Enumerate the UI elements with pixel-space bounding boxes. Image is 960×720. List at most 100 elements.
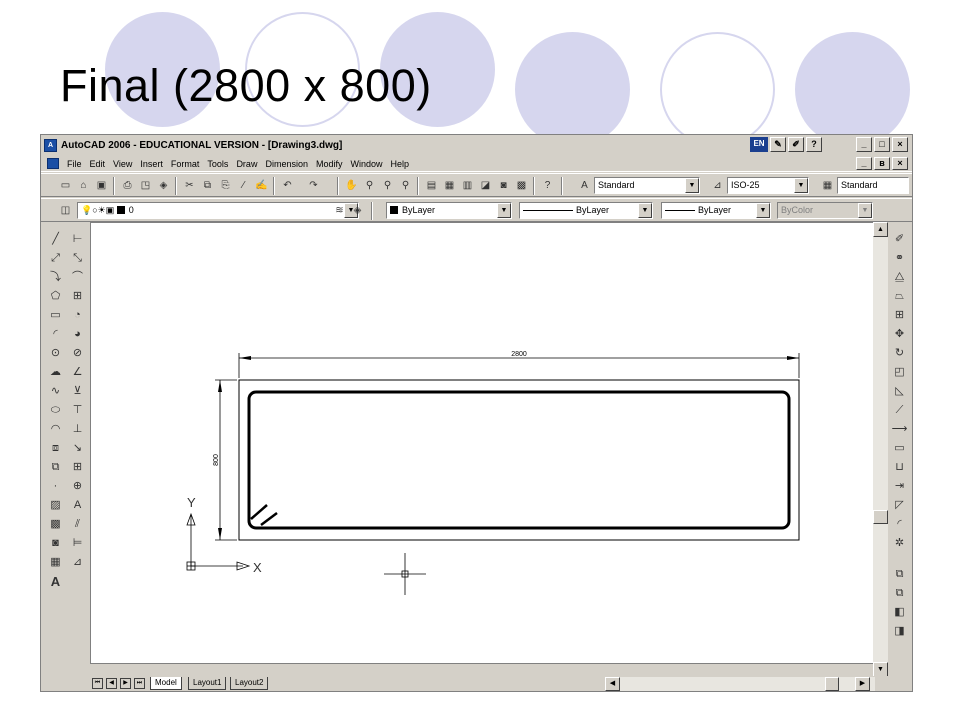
- chevron-down-icon[interactable]: ▼: [794, 178, 808, 193]
- hatch-icon[interactable]: ▨: [47, 497, 64, 514]
- break-icon[interactable]: ⊔: [891, 459, 908, 476]
- menu-edit[interactable]: Edit: [86, 159, 110, 169]
- arc-icon[interactable]: ◜: [47, 326, 64, 343]
- menu-tools[interactable]: Tools: [203, 159, 232, 169]
- bring-to-front-icon[interactable]: ⧉: [891, 566, 908, 583]
- help-toolbar-icon[interactable]: ?: [539, 177, 556, 194]
- send-to-back-icon[interactable]: ⧉: [891, 585, 908, 602]
- properties-icon[interactable]: ▤: [423, 177, 440, 194]
- dim-style-select[interactable]: ISO-25 ▼: [727, 177, 809, 194]
- zoom-window-icon[interactable]: ⚲: [379, 177, 396, 194]
- dimension-style-icon[interactable]: ⊿: [69, 554, 86, 571]
- horizontal-scrollbar[interactable]: ◀ ▶: [605, 677, 875, 691]
- sheet-set-icon[interactable]: ◪: [477, 177, 494, 194]
- quick-dimension-icon[interactable]: ⊻: [69, 383, 86, 400]
- extend-icon[interactable]: ⟶: [891, 421, 908, 438]
- publish-icon[interactable]: ◈: [155, 177, 172, 194]
- scroll-thumb[interactable]: [873, 510, 888, 524]
- plot-preview-icon[interactable]: ◳: [137, 177, 154, 194]
- menu-insert[interactable]: Insert: [136, 159, 167, 169]
- language-indicator[interactable]: EN: [750, 137, 768, 152]
- fillet-icon[interactable]: ◜: [891, 516, 908, 533]
- close-button[interactable]: ×: [892, 137, 908, 152]
- scale-icon[interactable]: ◰: [891, 364, 908, 381]
- plot-icon[interactable]: ⎙: [119, 177, 136, 194]
- spline-icon[interactable]: ∿: [47, 383, 64, 400]
- trim-icon[interactable]: ⟋: [891, 402, 908, 419]
- angular-dimension-icon[interactable]: ∠: [69, 364, 86, 381]
- bring-above-icon[interactable]: ◧: [891, 604, 908, 621]
- save-icon[interactable]: ▣: [93, 177, 110, 194]
- table-icon[interactable]: ▦: [47, 554, 64, 571]
- tab-layout1[interactable]: Layout1: [188, 677, 227, 690]
- tolerance-icon[interactable]: ⊞: [69, 459, 86, 476]
- layer-previous-icon[interactable]: ◈: [349, 202, 366, 219]
- match-properties-icon[interactable]: ⁄: [235, 177, 252, 194]
- zoom-previous-icon[interactable]: ⚲: [397, 177, 414, 194]
- gradient-icon[interactable]: ▩: [47, 516, 64, 533]
- make-block-icon[interactable]: ⧉: [47, 459, 64, 476]
- break-at-point-icon[interactable]: ▭: [891, 440, 908, 457]
- dimension-text-edit-icon[interactable]: ⫽: [69, 516, 86, 533]
- mirror-icon[interactable]: ⧋: [891, 269, 908, 286]
- calculator-icon[interactable]: ▩: [513, 177, 530, 194]
- horizontal-scroll-thumb[interactable]: [825, 677, 839, 691]
- layer-manager-icon[interactable]: ◫: [57, 202, 74, 219]
- ellipse-icon[interactable]: ⬭: [47, 402, 64, 419]
- edit-icon[interactable]: ✐: [788, 137, 804, 152]
- aligned-dimension-icon[interactable]: ⤡: [69, 250, 86, 267]
- pen-icon[interactable]: ✎: [770, 137, 786, 152]
- continue-dimension-icon[interactable]: ⊥: [69, 421, 86, 438]
- chevron-down-icon[interactable]: ▼: [497, 203, 511, 218]
- scroll-up-button[interactable]: ▲: [873, 222, 888, 237]
- menu-format[interactable]: Format: [167, 159, 204, 169]
- next-tab-button[interactable]: ▶: [120, 678, 131, 689]
- redo-icon[interactable]: ↷: [305, 177, 322, 194]
- doc-restore-button[interactable]: ʙ: [874, 157, 890, 170]
- make-current-layer-icon[interactable]: ≋: [331, 202, 348, 219]
- copy-icon[interactable]: ⧉: [199, 177, 216, 194]
- last-tab-button[interactable]: ⏭: [134, 678, 145, 689]
- new-icon[interactable]: ▭: [57, 177, 74, 194]
- menu-modify[interactable]: Modify: [312, 159, 347, 169]
- circle-icon[interactable]: ⊙: [47, 345, 64, 362]
- vertical-scrollbar[interactable]: ▲ ▼: [873, 222, 888, 677]
- scroll-down-button[interactable]: ▼: [873, 662, 888, 677]
- markup-icon[interactable]: ◙: [495, 177, 512, 194]
- maximize-button[interactable]: □: [874, 137, 890, 152]
- stretch-icon[interactable]: ◺: [891, 383, 908, 400]
- point-icon[interactable]: ·: [47, 478, 64, 495]
- menu-draw[interactable]: Draw: [232, 159, 261, 169]
- scroll-left-button[interactable]: ◀: [605, 677, 620, 691]
- layer-select[interactable]: 💡○☀▣ 0 ▼: [77, 202, 359, 219]
- pan-icon[interactable]: ✋: [343, 177, 360, 194]
- menu-view[interactable]: View: [109, 159, 136, 169]
- first-tab-button[interactable]: ⏮: [92, 678, 103, 689]
- paste-icon[interactable]: ⎘: [217, 177, 234, 194]
- design-center-icon[interactable]: ▦: [441, 177, 458, 194]
- menu-window[interactable]: Window: [347, 159, 387, 169]
- construction-line-icon[interactable]: ⤢: [47, 250, 64, 267]
- undo-icon[interactable]: ↶: [279, 177, 296, 194]
- explode-icon[interactable]: ✲: [891, 535, 908, 552]
- drawing-canvas[interactable]: 2800 800 Y X: [90, 222, 874, 664]
- document-icon[interactable]: [47, 158, 59, 169]
- block-editor-icon[interactable]: ✍: [253, 177, 270, 194]
- insert-block-icon[interactable]: ⧈: [47, 440, 64, 457]
- baseline-dimension-icon[interactable]: ⊤: [69, 402, 86, 419]
- region-icon[interactable]: ◙: [47, 535, 64, 552]
- chamfer-icon[interactable]: ◸: [891, 497, 908, 514]
- ellipse-arc-icon[interactable]: ◠: [47, 421, 64, 438]
- offset-icon[interactable]: ⏢: [891, 288, 908, 305]
- line-icon[interactable]: ╱: [47, 231, 64, 248]
- dimension-edit-icon[interactable]: A: [69, 497, 86, 514]
- chevron-down-icon[interactable]: ▼: [638, 203, 652, 218]
- radius-dimension-icon[interactable]: ◔: [69, 307, 86, 324]
- rotate-icon[interactable]: ↻: [891, 345, 908, 362]
- jogged-dimension-icon[interactable]: ◕: [69, 326, 86, 343]
- ordinate-dimension-icon[interactable]: ⊞: [69, 288, 86, 305]
- table-style-select[interactable]: Standard: [837, 177, 909, 194]
- copy-object-icon[interactable]: ⚭: [891, 250, 908, 267]
- array-icon[interactable]: ⊞: [891, 307, 908, 324]
- quick-leader-icon[interactable]: ↘: [69, 440, 86, 457]
